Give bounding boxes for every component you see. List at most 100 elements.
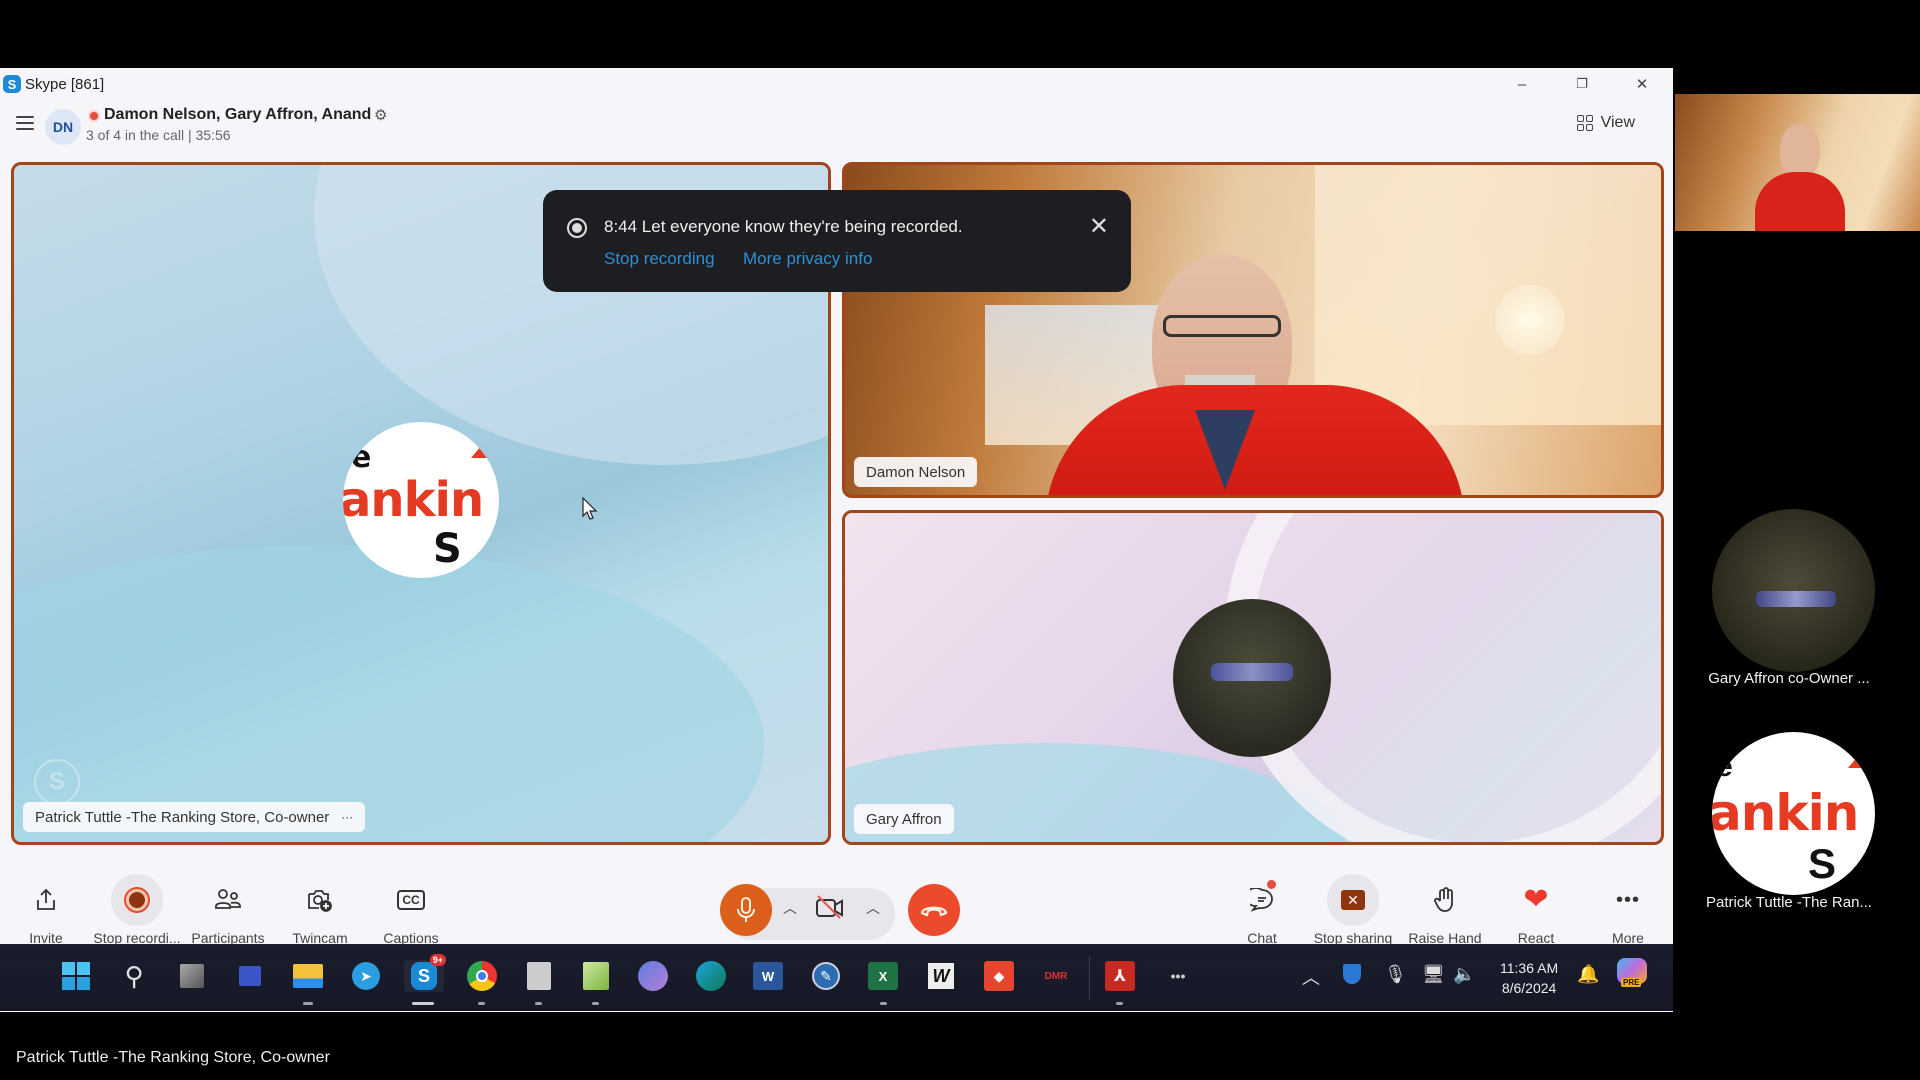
minimize-button[interactable]: – bbox=[1499, 68, 1545, 100]
telegram-icon[interactable]: ➤ bbox=[350, 960, 382, 992]
gear-icon[interactable]: ⚙ bbox=[374, 106, 387, 124]
skype-taskbar-icon[interactable]: S 9+ bbox=[404, 954, 446, 992]
call-status: 3 of 4 in the call | 35:56 bbox=[86, 127, 231, 143]
video-tile-gary[interactable]: Gary Affron bbox=[842, 510, 1664, 845]
acrobat-icon[interactable]: ⅄ bbox=[1104, 960, 1136, 992]
stop-recording-button[interactable]: Stop recordi... bbox=[91, 874, 183, 950]
app-running-indicator bbox=[880, 1002, 887, 1005]
participants-icon bbox=[202, 874, 254, 926]
clock-date: 8/6/2024 bbox=[1501, 980, 1557, 996]
share-icon bbox=[20, 874, 72, 926]
camera-off-icon bbox=[816, 895, 843, 919]
more-options-button[interactable]: ··· bbox=[341, 810, 353, 824]
participant-name: Damon Nelson bbox=[866, 463, 966, 481]
participant-name: Patrick Tuttle -The Ranking Store, Co-ow… bbox=[35, 808, 330, 826]
close-icon[interactable]: ✕ bbox=[1089, 212, 1109, 241]
chat-icon bbox=[1236, 874, 1288, 926]
clipchamp-icon[interactable] bbox=[637, 960, 669, 992]
app-running-indicator bbox=[303, 1002, 313, 1005]
avatar[interactable]: DN bbox=[45, 109, 81, 145]
call-header: DN Damon Nelson, Gary Affron, Anand ⚙ 3 … bbox=[0, 100, 1673, 152]
anydesk-icon[interactable]: ◆ bbox=[983, 960, 1015, 992]
skype-logo-icon: S bbox=[3, 75, 21, 93]
call-title[interactable]: Damon Nelson, Gary Affron, Anand bbox=[104, 106, 371, 124]
name-label: Gary Affron bbox=[854, 804, 954, 834]
call-toolbar: Invite Stop recordi... Participants Twin… bbox=[0, 868, 1673, 992]
background-swoosh bbox=[14, 545, 764, 842]
remote-desktop-icon[interactable] bbox=[234, 960, 266, 992]
volume-icon[interactable]: 🔈 bbox=[1453, 964, 1475, 985]
taskbar-divider bbox=[1089, 956, 1090, 1000]
app-active-indicator bbox=[412, 1002, 434, 1005]
camera-off-button[interactable] bbox=[815, 894, 845, 925]
search-icon[interactable]: ⚲ bbox=[118, 960, 150, 992]
tray-chevron-icon[interactable]: ︿ bbox=[1302, 964, 1320, 990]
hand-icon bbox=[1419, 874, 1471, 926]
self-view-video[interactable] bbox=[1675, 94, 1920, 231]
defender-icon[interactable] bbox=[1343, 964, 1361, 989]
close-button[interactable]: ✕ bbox=[1619, 68, 1665, 100]
participant-avatar-patrick-side[interactable]: e ankin S bbox=[1712, 732, 1875, 895]
skype-window: S Skype [861] – ❐ ✕ DN Damon Nelson, Gar… bbox=[0, 68, 1673, 1012]
invite-button[interactable]: Invite bbox=[0, 874, 92, 950]
mic-button[interactable] bbox=[720, 884, 772, 936]
word-icon[interactable]: W bbox=[752, 960, 784, 992]
more-button[interactable]: ••• More bbox=[1582, 874, 1674, 950]
twincam-button[interactable]: Twincam bbox=[274, 874, 366, 950]
grid-icon bbox=[1576, 115, 1593, 131]
twincam-icon bbox=[294, 874, 346, 926]
name-label: Patrick Tuttle -The Ranking Store, Co-ow… bbox=[23, 802, 366, 832]
raise-hand-button[interactable]: Raise Hand bbox=[1399, 874, 1491, 950]
restore-button[interactable]: ❐ bbox=[1559, 68, 1605, 100]
excel-icon[interactable]: X bbox=[867, 960, 899, 992]
participants-button[interactable]: Participants bbox=[182, 874, 274, 950]
notification-bell-icon[interactable]: 🔔 bbox=[1577, 964, 1599, 985]
title-bar: S Skype [861] – ❐ ✕ bbox=[0, 68, 1673, 100]
file-explorer-icon[interactable] bbox=[292, 960, 324, 992]
participant-avatar-logo: e ankin S bbox=[343, 422, 499, 578]
overflow-icon[interactable]: ••• bbox=[1162, 960, 1194, 992]
app-title: Skype [861] bbox=[25, 75, 105, 93]
end-call-button[interactable] bbox=[908, 884, 960, 936]
view-label: View bbox=[1600, 114, 1635, 131]
notification-badge: 9+ bbox=[429, 954, 446, 966]
wordweb-icon[interactable]: W bbox=[925, 960, 957, 992]
task-view-icon[interactable] bbox=[176, 960, 208, 992]
copilot-icon[interactable]: PRE bbox=[1617, 958, 1647, 989]
dmr-app-icon[interactable]: DMR bbox=[1040, 960, 1072, 992]
participant-avatar-gary-side[interactable] bbox=[1712, 509, 1875, 672]
edge-icon[interactable] bbox=[695, 960, 727, 992]
mic-options-chevron-icon[interactable]: ︿ bbox=[783, 898, 797, 918]
notepad-plus-icon[interactable] bbox=[580, 960, 612, 992]
side-participant-name: Patrick Tuttle -The Ran... bbox=[1706, 894, 1872, 911]
camera-options-chevron-icon[interactable]: ︿ bbox=[866, 898, 880, 918]
side-participant-name: Gary Affron co-Owner ... bbox=[1708, 670, 1870, 687]
chat-button[interactable]: Chat bbox=[1216, 874, 1308, 950]
windows-taskbar: ⚲ ➤ S 9+ W ✎ X W ◆ DMR ⅄ ••• ︿ 🎙 🖥 🔈 11:… bbox=[0, 944, 1673, 1011]
notification-message: 8:44 Let everyone know they're being rec… bbox=[604, 217, 963, 236]
participant-avatar-gary bbox=[1173, 599, 1331, 757]
react-button[interactable]: ❤ React bbox=[1490, 874, 1582, 950]
tools-app-icon[interactable]: ✎ bbox=[810, 960, 842, 992]
mouse-cursor-icon bbox=[582, 496, 598, 526]
chrome-icon[interactable] bbox=[466, 960, 498, 992]
app-running-indicator bbox=[478, 1002, 485, 1005]
microphone-icon[interactable]: 🎙 bbox=[1384, 964, 1407, 985]
system-clock[interactable]: 11:36 AM 8/6/2024 bbox=[1500, 958, 1558, 998]
stop-recording-link[interactable]: Stop recording bbox=[604, 249, 715, 269]
privacy-info-link[interactable]: More privacy info bbox=[743, 249, 872, 269]
menu-icon[interactable] bbox=[16, 116, 34, 130]
recording-notification: 8:44 Let everyone know they're being rec… bbox=[543, 190, 1131, 292]
stop-sharing-button[interactable]: ✕ Stop sharing bbox=[1307, 874, 1399, 950]
record-icon bbox=[567, 218, 587, 238]
preview-badge: PRE bbox=[1621, 978, 1642, 987]
captions-button[interactable]: CC Captions bbox=[365, 874, 457, 950]
network-icon[interactable]: 🖥 bbox=[1422, 964, 1445, 985]
snipping-tool-icon[interactable] bbox=[523, 960, 555, 992]
view-button[interactable]: View bbox=[1576, 114, 1635, 132]
app-running-indicator bbox=[535, 1002, 542, 1005]
windows-start-icon[interactable] bbox=[60, 960, 92, 992]
app-running-indicator bbox=[1116, 1002, 1123, 1005]
stop-sharing-icon: ✕ bbox=[1327, 874, 1379, 926]
skype-watermark-icon: S bbox=[34, 759, 80, 805]
